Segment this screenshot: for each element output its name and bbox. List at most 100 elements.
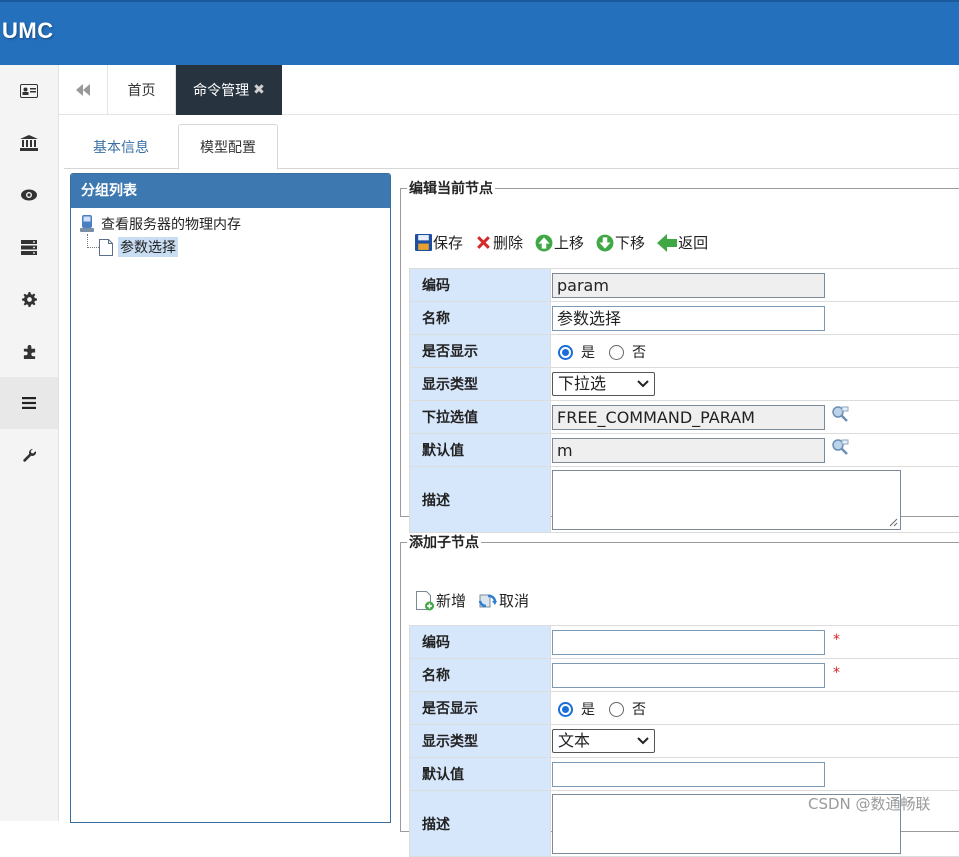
tab-command-management[interactable]: 命令管理 ✖ (176, 65, 282, 115)
add-child-form: 编码 * 名称 * 是否显示 是 否 (409, 625, 959, 857)
arrow-down-icon (596, 234, 614, 252)
delete-button[interactable]: 删除 (475, 232, 523, 253)
tree-connector (87, 234, 99, 248)
form-row-default: 默认值 m (410, 434, 959, 467)
default-field[interactable]: m (552, 438, 825, 463)
form-row-code: 编码 * (410, 626, 959, 659)
tree-node-root-label: 查看服务器的物理内存 (101, 214, 241, 234)
tab-basic-info[interactable]: 基本信息 (64, 124, 178, 169)
nav-tools[interactable] (0, 429, 58, 481)
lookup-icon[interactable] (830, 437, 850, 457)
puzzle-icon (22, 344, 37, 359)
new-name-field[interactable] (552, 663, 825, 688)
edit-node-section: 编辑当前节点 保存 删除 上移 (400, 178, 959, 517)
nav-eye[interactable] (0, 169, 58, 221)
tree-node-root[interactable]: 查看服务器的物理内存 (79, 214, 241, 234)
new-default-field[interactable] (552, 762, 825, 787)
tree-node-child[interactable]: 参数选择 (99, 237, 178, 257)
left-nav (0, 65, 59, 821)
nav-id-card[interactable] (0, 65, 58, 117)
code-label: 编码 (410, 269, 551, 302)
name-label: 名称 (410, 659, 551, 692)
description-label: 描述 (410, 467, 551, 533)
id-card-icon (20, 84, 38, 98)
display-type-label: 显示类型 (410, 725, 551, 758)
floppy-disk-icon (415, 234, 432, 251)
edit-node-form: 编码 param 名称 参数选择 是否显示 是 否 显示类型 下拉选 (409, 268, 959, 533)
name-label: 名称 (410, 302, 551, 335)
default-label: 默认值 (410, 434, 551, 467)
nav-settings[interactable] (0, 273, 58, 325)
back-label: 返回 (678, 232, 708, 253)
move-up-button[interactable]: 上移 (535, 232, 584, 253)
bank-icon (20, 135, 38, 151)
name-field[interactable]: 参数选择 (552, 306, 825, 331)
nav-list[interactable] (0, 377, 58, 429)
visible-no-radio[interactable] (609, 345, 624, 360)
display-type-select[interactable]: 下拉选 (552, 372, 655, 396)
server-node-icon (79, 215, 95, 233)
group-list-panel: 分组列表 查看服务器的物理内存 参数选择 (70, 173, 391, 823)
form-row-display-type: 显示类型 下拉选 (410, 368, 959, 401)
visible-yes-radio[interactable] (558, 345, 573, 360)
tab-home-label: 首页 (128, 80, 156, 100)
visible-label: 是否显示 (410, 335, 551, 368)
new-code-field[interactable] (552, 630, 825, 655)
form-row-visible: 是否显示 是 否 (410, 692, 959, 725)
add-child-legend: 添加子节点 (407, 532, 481, 552)
move-down-button[interactable]: 下移 (596, 232, 645, 253)
save-button[interactable]: 保存 (415, 232, 463, 253)
form-row-name: 名称 * (410, 659, 959, 692)
nav-plugin[interactable] (0, 325, 58, 377)
visible-no-label: 否 (632, 342, 646, 362)
form-row-default: 默认值 (410, 758, 959, 791)
delete-label: 删除 (493, 232, 523, 253)
visible-yes-label: 是 (581, 699, 595, 719)
close-icon[interactable]: ✖ (253, 82, 265, 98)
chevron-down-icon (637, 733, 649, 747)
visible-yes-radio[interactable] (558, 702, 573, 717)
arrow-left-icon (657, 234, 677, 252)
move-up-label: 上移 (554, 232, 584, 253)
resize-grip-icon[interactable] (889, 518, 898, 527)
delete-x-icon (475, 234, 492, 251)
dropdown-values-field[interactable]: FREE_COMMAND_PARAM (552, 405, 825, 430)
gear-icon (22, 292, 37, 307)
visible-no-radio[interactable] (609, 702, 624, 717)
edit-toolbar: 保存 删除 上移 下移 返回 (415, 232, 720, 253)
tree-node-child-label: 参数选择 (118, 237, 178, 257)
form-row-display-type: 显示类型 文本 (410, 725, 959, 758)
default-label: 默认值 (410, 758, 551, 791)
save-label: 保存 (433, 232, 463, 253)
code-field[interactable]: param (552, 273, 825, 298)
lookup-icon[interactable] (830, 404, 850, 424)
cancel-button[interactable]: 取消 (478, 590, 529, 611)
server-icon (21, 240, 37, 255)
edit-node-legend: 编辑当前节点 (407, 178, 495, 198)
nav-server[interactable] (0, 221, 58, 273)
required-marker: * (833, 632, 840, 648)
nav-bank[interactable] (0, 117, 58, 169)
form-row-description: 描述 (410, 467, 959, 533)
refresh-icon (478, 591, 498, 611)
group-list-title: 分组列表 (71, 174, 390, 208)
visible-yes-label: 是 (581, 342, 595, 362)
sub-tabs: 基本信息 模型配置 (64, 124, 959, 169)
form-row-visible: 是否显示 是 否 (410, 335, 959, 368)
tab-model-config[interactable]: 模型配置 (178, 124, 278, 170)
add-label: 新增 (436, 590, 466, 611)
tab-home[interactable]: 首页 (108, 65, 176, 115)
code-label: 编码 (410, 626, 551, 659)
add-button[interactable]: 新增 (415, 590, 466, 611)
form-row-dropdown-values: 下拉选值 FREE_COMMAND_PARAM (410, 401, 959, 434)
back-button[interactable]: 返回 (657, 232, 708, 253)
new-display-type-select[interactable]: 文本 (552, 729, 655, 753)
add-child-section: 添加子节点 新增 取消 编码 * (400, 532, 959, 832)
visible-radio-group: 是 否 (558, 699, 660, 719)
chevron-down-icon (637, 376, 649, 390)
app-logo: UMC (2, 18, 54, 44)
description-textarea[interactable] (552, 470, 901, 530)
form-row-code: 编码 param (410, 269, 959, 302)
tab-scroll-left-button[interactable] (59, 65, 108, 115)
display-type-label: 显示类型 (410, 368, 551, 401)
